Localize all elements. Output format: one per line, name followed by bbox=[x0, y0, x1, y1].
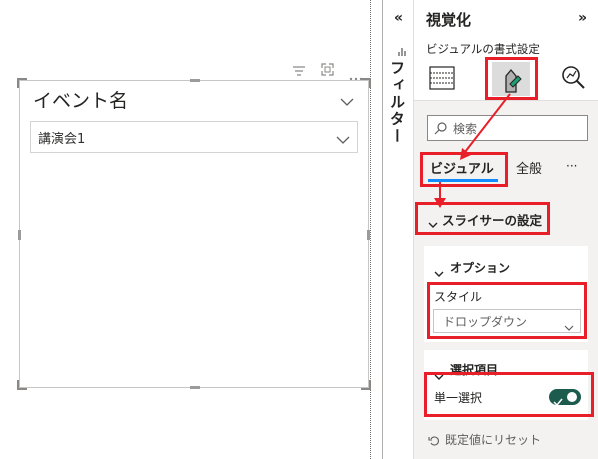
resize-handle[interactable] bbox=[367, 230, 370, 240]
pane-subtitle: ビジュアルの書式設定 bbox=[426, 42, 540, 56]
section-slicer-settings[interactable]: スライサーの設定 bbox=[442, 210, 542, 229]
chevron-down-icon[interactable] bbox=[428, 214, 438, 228]
filter-icon[interactable] bbox=[292, 62, 306, 76]
double-chevron-left-icon[interactable]: « bbox=[394, 10, 403, 26]
style-dropdown-value: ドロップダウン bbox=[443, 315, 528, 329]
chevron-down-icon[interactable] bbox=[434, 263, 444, 277]
single-select-label: 単一選択 bbox=[434, 391, 483, 405]
filter-pane-icon bbox=[397, 42, 407, 56]
pane-title: 視覚化 bbox=[426, 11, 472, 29]
focus-mode-icon[interactable] bbox=[321, 61, 334, 76]
chevron-down-icon[interactable] bbox=[336, 130, 350, 144]
analytics-icon[interactable] bbox=[560, 64, 586, 90]
resize-corner[interactable] bbox=[17, 78, 27, 88]
tab-general[interactable]: 全般 bbox=[516, 158, 542, 177]
reset-icon[interactable] bbox=[428, 432, 440, 446]
chevron-down-icon[interactable] bbox=[340, 92, 354, 106]
resize-corner[interactable] bbox=[361, 78, 371, 88]
chevron-down-icon[interactable] bbox=[564, 317, 574, 331]
reset-to-default-button[interactable]: 既定値にリセット bbox=[445, 431, 541, 448]
checkmark-icon bbox=[553, 392, 563, 407]
toggle-knob bbox=[567, 392, 577, 402]
resize-corner[interactable] bbox=[17, 380, 27, 390]
filter-pane-label[interactable]: フィルター bbox=[388, 60, 408, 145]
tab-visual[interactable]: ビジュアル bbox=[430, 158, 494, 177]
more-tabs-icon[interactable]: ··· bbox=[566, 159, 577, 173]
slicer-selected-value: 講演会1 bbox=[38, 132, 86, 147]
resize-handle[interactable] bbox=[18, 230, 21, 240]
canvas-edge-line bbox=[370, 0, 371, 459]
build-visual-icon[interactable] bbox=[429, 66, 455, 90]
resize-corner[interactable] bbox=[361, 380, 371, 390]
more-options-icon[interactable] bbox=[349, 66, 363, 81]
style-label: スタイル bbox=[434, 290, 483, 304]
resize-handle[interactable] bbox=[190, 386, 200, 389]
resize-handle[interactable] bbox=[190, 79, 200, 82]
double-chevron-right-icon[interactable]: » bbox=[578, 10, 587, 26]
slicer-title: イベント名 bbox=[33, 90, 129, 112]
section-options[interactable]: オプション bbox=[450, 259, 510, 276]
